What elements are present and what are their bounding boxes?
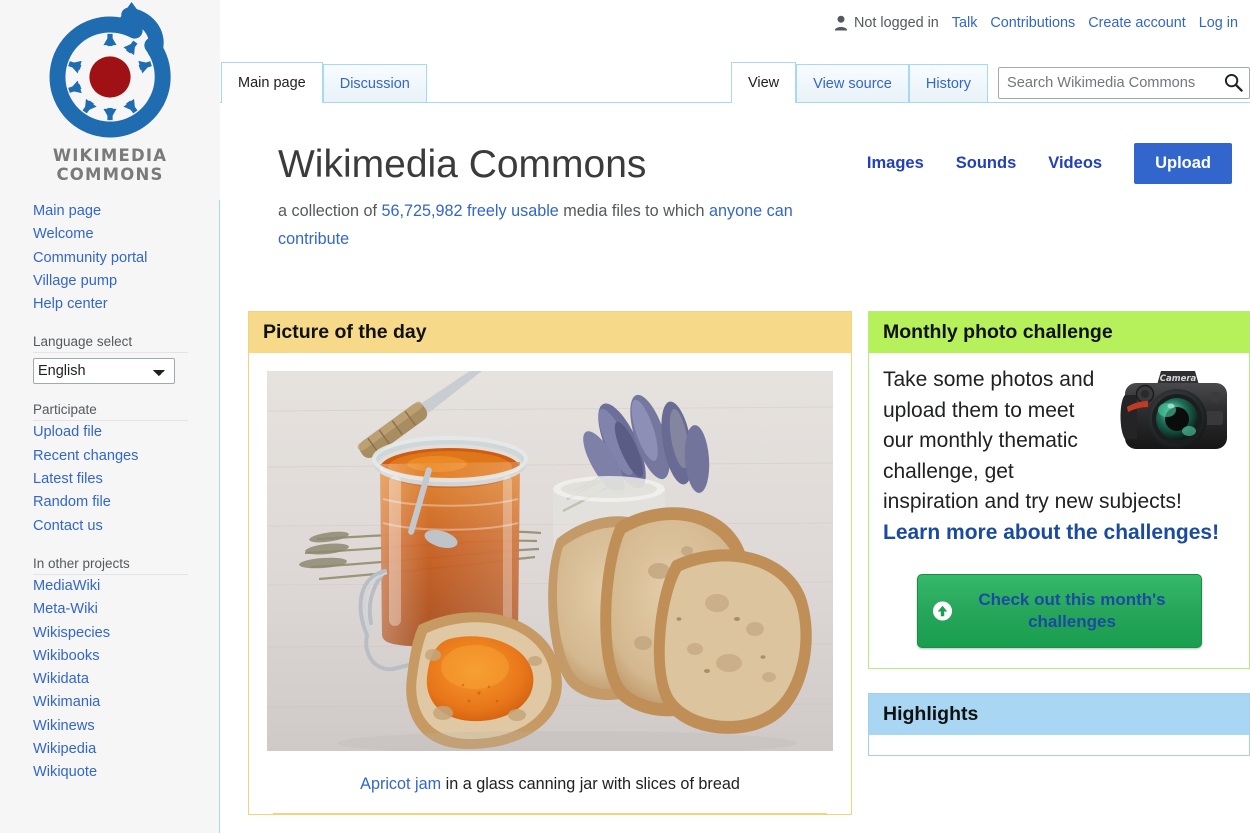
commons-main-page: WIKIMEDIA COMMONS Main page Welcome Commun… bbox=[0, 0, 1250, 833]
highlights-heading: Highlights bbox=[869, 694, 1249, 735]
sidebar-item-random-file[interactable]: Random file bbox=[33, 491, 219, 514]
search-input[interactable] bbox=[998, 67, 1250, 99]
list-item: Wikidata bbox=[33, 668, 219, 691]
sidebar-item-upload-file[interactable]: Upload file bbox=[33, 421, 219, 444]
list-item: Community portal bbox=[33, 247, 219, 270]
picture-of-the-day-panel: Picture of the day Apricot jam in a glas… bbox=[248, 311, 852, 815]
list-item: Latest files bbox=[33, 468, 219, 491]
site-tagline: a collection of 56,725,982 freely usable… bbox=[278, 197, 861, 253]
tagline-count: 56,725,982 bbox=[381, 202, 463, 220]
upload-button[interactable]: Upload bbox=[1134, 143, 1232, 184]
sidebar-item-latest-files[interactable]: Latest files bbox=[33, 468, 219, 491]
sidebar-item-wikinews[interactable]: Wikinews bbox=[33, 715, 219, 738]
svg-text:Camera: Camera bbox=[1160, 374, 1197, 384]
sidebar-item-contact-us[interactable]: Contact us bbox=[33, 515, 219, 538]
monthly-challenge-body: Camera Take some photos and upload them … bbox=[869, 353, 1249, 668]
list-item: Contact us bbox=[33, 515, 219, 538]
tab-view[interactable]: View bbox=[730, 62, 797, 103]
sidebar-item-main-page[interactable]: Main page bbox=[33, 200, 219, 223]
link-sounds[interactable]: Sounds bbox=[956, 154, 1017, 173]
learn-more-challenges-link[interactable]: Learn more about the challenges! bbox=[883, 521, 1219, 544]
picture-of-the-day-body: Apricot jam in a glass canning jar with … bbox=[249, 353, 851, 814]
sidebar-item-wikimania[interactable]: Wikimania bbox=[33, 691, 219, 714]
tagline-count-link[interactable]: 56,725,982 freely usable bbox=[381, 202, 558, 220]
list-item: Wikimania bbox=[33, 691, 219, 714]
sidebar-heading-participate: Participate bbox=[33, 402, 188, 422]
caption-subject-link[interactable]: Apricot jam bbox=[360, 775, 441, 793]
caption-rest: in a glass canning jar with slices of br… bbox=[441, 775, 740, 793]
list-item: Random file bbox=[33, 491, 219, 514]
media-type-actions: Images Sounds Videos Upload bbox=[867, 143, 1232, 184]
view-tabs: View View source History bbox=[730, 62, 1250, 103]
sidebar-item-meta-wiki[interactable]: Meta-Wiki bbox=[33, 598, 219, 621]
monthly-challenge-heading: Monthly photo challenge bbox=[869, 312, 1249, 353]
sidebar-navigation: Main page Welcome Community portal Village … bbox=[0, 200, 219, 785]
list-item: Meta-Wiki bbox=[33, 598, 219, 621]
check-challenges-button[interactable]: Check out this month's challenges bbox=[916, 574, 1202, 648]
tagline-middle: media files to which bbox=[558, 202, 710, 220]
sidebar-item-village-pump[interactable]: Village pump bbox=[33, 270, 219, 293]
check-challenges-label: Check out this month's challenges bbox=[978, 590, 1166, 631]
language-select[interactable]: English bbox=[33, 358, 175, 385]
list-item: Help center bbox=[33, 293, 219, 316]
list-item: Wikibooks bbox=[33, 645, 219, 668]
logo-line-1: WIKIMEDIA bbox=[52, 146, 168, 165]
tab-main-page[interactable]: Main page bbox=[221, 62, 323, 103]
list-item: Upload file bbox=[33, 421, 219, 444]
list-item: Village pump bbox=[33, 270, 219, 293]
tagline-freely: freely usable bbox=[462, 202, 559, 220]
link-videos[interactable]: Videos bbox=[1048, 154, 1102, 173]
sidebar-item-wikipedia[interactable]: Wikipedia bbox=[33, 738, 219, 761]
logo-line-2: COMMONS bbox=[56, 165, 164, 184]
sidebar-item-recent-changes[interactable]: Recent changes bbox=[33, 445, 219, 468]
sidebar-item-welcome[interactable]: Welcome bbox=[33, 223, 219, 246]
list-item: Wikispecies bbox=[33, 622, 219, 645]
sidebar: WIKIMEDIA COMMONS Main page Welcome Commun… bbox=[0, 0, 220, 833]
sidebar-item-help-center[interactable]: Help center bbox=[33, 293, 219, 316]
picture-of-the-day-heading: Picture of the day bbox=[249, 312, 851, 353]
list-item: Welcome bbox=[33, 223, 219, 246]
monthly-photo-challenge-panel: Monthly photo challenge Camera Take some… bbox=[868, 311, 1250, 669]
site-logo-text: WIKIMEDIA COMMONS bbox=[53, 146, 167, 184]
site-logo[interactable]: WIKIMEDIA COMMONS bbox=[0, 0, 220, 200]
picture-of-the-day-image[interactable] bbox=[267, 371, 833, 751]
picture-of-the-day-caption: Apricot jam in a glass canning jar with … bbox=[261, 773, 839, 795]
sidebar-item-wikidata[interactable]: Wikidata bbox=[33, 668, 219, 691]
list-item: Wikipedia bbox=[33, 738, 219, 761]
sidebar-item-wikibooks[interactable]: Wikibooks bbox=[33, 645, 219, 668]
link-images[interactable]: Images bbox=[867, 154, 924, 173]
commons-logo-icon bbox=[49, 2, 171, 138]
sidebar-nav-list: Main page Welcome Community portal Village … bbox=[33, 200, 219, 316]
list-item: Wikinews bbox=[33, 715, 219, 738]
namespace-tabs: Main page Discussion bbox=[221, 62, 427, 103]
list-item: Recent changes bbox=[33, 445, 219, 468]
sidebar-projects-list: MediaWiki Meta-Wiki Wikispecies Wikibooks Wi… bbox=[33, 575, 219, 785]
camera-icon: Camera bbox=[1120, 371, 1227, 449]
sidebar-participate-list: Upload file Recent changes Latest files Ran… bbox=[33, 421, 219, 537]
list-item: Main page bbox=[33, 200, 219, 223]
tab-history[interactable]: History bbox=[908, 64, 988, 103]
list-item: Wikiquote bbox=[33, 761, 219, 784]
list-item: MediaWiki bbox=[33, 575, 219, 598]
sidebar-heading-language: Language select bbox=[33, 334, 188, 354]
tagline-prefix: a collection of bbox=[278, 202, 382, 220]
tab-discussion[interactable]: Discussion bbox=[322, 64, 427, 103]
upload-arrow-icon bbox=[932, 601, 952, 621]
right-column: Monthly photo challenge Camera Take some… bbox=[868, 311, 1250, 756]
tab-bar: Main page Discussion View View source Hi… bbox=[220, 0, 1250, 103]
sidebar-item-mediawiki[interactable]: MediaWiki bbox=[33, 575, 219, 598]
sidebar-heading-projects: In other projects bbox=[33, 556, 188, 575]
picture-of-the-day-divider bbox=[273, 813, 827, 814]
sidebar-item-wikiquote[interactable]: Wikiquote bbox=[33, 761, 219, 784]
sidebar-item-wikispecies[interactable]: Wikispecies bbox=[33, 622, 219, 645]
highlights-body bbox=[869, 735, 1249, 755]
tab-view-source[interactable]: View source bbox=[796, 64, 909, 103]
search-box bbox=[998, 67, 1250, 99]
sidebar-item-community-portal[interactable]: Community portal bbox=[33, 247, 219, 270]
highlights-panel: Highlights bbox=[868, 693, 1250, 756]
